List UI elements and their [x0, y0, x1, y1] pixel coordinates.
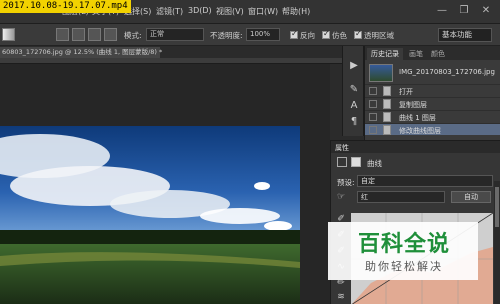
history-step[interactable]: 复制图层: [365, 97, 500, 109]
play-icon[interactable]: ▶: [346, 58, 362, 73]
brush-icon[interactable]: ✎: [346, 82, 362, 97]
workspace-select[interactable]: 基本功能: [438, 28, 492, 42]
snapshot-thumbnail[interactable]: [369, 64, 393, 82]
properties-title: 属性: [335, 144, 349, 152]
tab-brush[interactable]: 画笔: [405, 48, 427, 60]
reflected-gradient-icon[interactable]: [104, 28, 117, 41]
watermark-subtitle: 助你轻松解决: [365, 260, 443, 273]
options-bar: 模式: 正常 不透明度: 100% 反向 仿色 透明区域 基本功能: [0, 24, 500, 46]
history-step-selected[interactable]: 修改曲线图层: [365, 123, 500, 135]
mode-select[interactable]: 正常: [146, 28, 204, 41]
tab-history[interactable]: 历史记录: [367, 48, 403, 60]
video-title-overlay: 2017.10.08-19.17.07.mp4: [0, 0, 131, 13]
snapshot-label: IMG_20170803_172706.jpg: [399, 68, 495, 76]
menu-window[interactable]: 窗口(W): [248, 6, 278, 17]
adjustment-icon[interactable]: [337, 157, 347, 167]
document-icon: [383, 86, 391, 96]
history-step-label: 打开: [399, 88, 413, 96]
preset-select[interactable]: 自定: [357, 175, 493, 187]
mode-label: 模式:: [124, 31, 142, 40]
curves-label: 曲线: [367, 159, 382, 168]
menu-help[interactable]: 帮助(H): [282, 6, 310, 17]
reverse-label: 反向: [300, 31, 315, 40]
step-checkbox[interactable]: [369, 87, 377, 95]
step-checkbox[interactable]: [369, 100, 377, 108]
landscape-photo[interactable]: [0, 126, 300, 304]
step-checkbox[interactable]: [369, 126, 377, 134]
document-icon: [383, 112, 391, 122]
document-tab-label: 60803_172706.jpg @ 12.5% (曲线 1, 图层蒙版/8) …: [2, 48, 163, 56]
menu-bar: 图层(L) 文字(Y) 选择(S) 滤镜(T) 3D(D) 视图(V) 窗口(W…: [0, 0, 500, 24]
panel-tool-strip: ▶ ✎ A ¶: [342, 46, 364, 136]
opacity-label: 不透明度:: [210, 31, 243, 40]
restore-icon[interactable]: ❐: [456, 3, 472, 19]
menu-view[interactable]: 视图(V): [216, 6, 244, 17]
scrollbar-thumb[interactable]: [495, 187, 499, 227]
history-step-label: 复制图层: [399, 101, 427, 109]
menu-filter[interactable]: 滤镜(T): [156, 6, 183, 17]
watermark-logo: 百科全说 助你轻松解决: [328, 222, 478, 280]
preset-label: 预设:: [337, 178, 355, 187]
menu-3d[interactable]: 3D(D): [188, 6, 212, 15]
minimize-icon[interactable]: —: [434, 3, 450, 19]
hand-icon[interactable]: ☞: [335, 191, 347, 203]
reverse-checkbox[interactable]: [290, 29, 298, 39]
history-panel: 历史记录 画笔 颜色 IMG_20170803_172706.jpg 打开 复制…: [364, 46, 500, 140]
history-step-label: 曲线 1 图层: [399, 114, 436, 122]
radial-gradient-icon[interactable]: [72, 28, 85, 41]
step-checkbox[interactable]: [369, 113, 377, 121]
document-icon: [383, 99, 391, 109]
opacity-input[interactable]: 100%: [246, 28, 280, 41]
angle-gradient-icon[interactable]: [88, 28, 101, 41]
channel-select[interactable]: 红: [357, 191, 445, 203]
properties-scrollbar[interactable]: [494, 181, 500, 304]
history-step-label: 修改曲线图层: [399, 127, 441, 135]
transparency-label: 透明区域: [364, 31, 394, 40]
document-tab[interactable]: 60803_172706.jpg @ 12.5% (曲线 1, 图层蒙版/8) …: [0, 47, 163, 58]
transparency-checkbox[interactable]: [354, 29, 362, 39]
auto-button[interactable]: 自动: [451, 191, 491, 203]
history-step[interactable]: 打开: [365, 84, 500, 96]
properties-header: 属性: [331, 141, 500, 153]
document-icon: [383, 125, 391, 135]
watermark-title: 百科全说: [357, 232, 450, 257]
paragraph-icon[interactable]: ¶: [346, 114, 362, 129]
dither-label: 仿色: [332, 31, 347, 40]
canvas-area[interactable]: [0, 64, 330, 304]
tab-color[interactable]: 颜色: [427, 48, 449, 60]
mask-icon[interactable]: [351, 157, 361, 167]
history-step[interactable]: 曲线 1 图层: [365, 110, 500, 122]
smooth-icon[interactable]: ≋: [335, 291, 347, 303]
gradient-preview-icon[interactable]: [2, 28, 15, 41]
dither-checkbox[interactable]: [322, 29, 330, 39]
linear-gradient-icon[interactable]: [56, 28, 69, 41]
history-panel-tabs: 历史记录 画笔 颜色: [365, 46, 500, 60]
close-icon[interactable]: ✕: [478, 3, 494, 19]
character-icon[interactable]: A: [346, 98, 362, 113]
